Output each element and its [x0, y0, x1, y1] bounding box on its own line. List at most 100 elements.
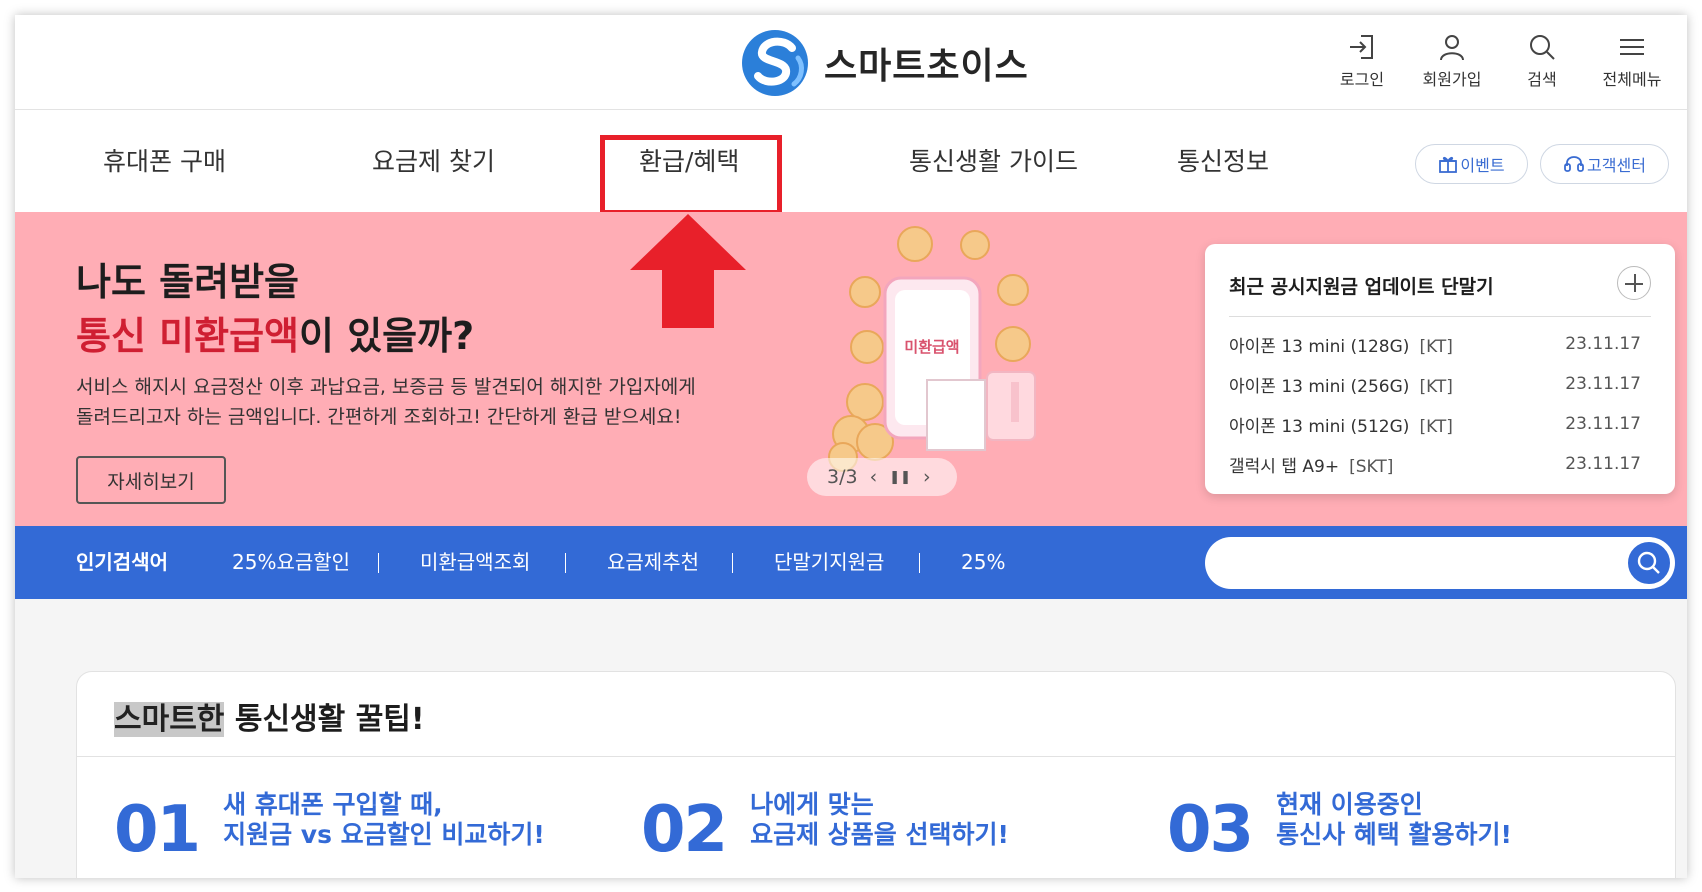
keyword-divider: [919, 553, 920, 573]
list-item[interactable]: 아이폰 13 mini (256G) [KT] 23.11.17: [1229, 364, 1641, 404]
device-list: 아이폰 13 mini (128G) [KT] 23.11.17 아이폰 13 m…: [1229, 324, 1641, 484]
headset-icon: [1564, 156, 1584, 172]
tip-number: 01: [114, 793, 201, 867]
popular-search-bar: 인기검색어 25%요금할인 미환급액조회 요금제추천 단말기지원금 25%: [15, 526, 1687, 599]
keyword-divider: [732, 553, 733, 573]
list-item[interactable]: 갤럭시 탭 A9+ [SKT] 23.11.17: [1229, 444, 1641, 484]
content-area: 스마트한 통신생활 꿀팁! 01 새 휴대폰 구입할 때, 지원금 vs 요금할…: [15, 599, 1687, 878]
more-plus-icon[interactable]: [1617, 266, 1651, 300]
device-date: 23.11.17: [1565, 454, 1641, 474]
search-icon: [1530, 35, 1555, 60]
tip-item[interactable]: 02 나에게 맞는 요금제 상품을 선택하기!: [641, 790, 1009, 862]
browser-frame: 스마트초이스 로그인 회원가입 검색 전체메뉴 휴대폰 구매 요금제 찾기 환급…: [15, 15, 1687, 878]
keyword-link[interactable]: 요금제추천: [607, 526, 699, 599]
highlight-box: [600, 135, 782, 215]
logo-icon: [742, 29, 808, 96]
tip-text: 새 휴대폰 구입할 때, 지원금 vs 요금할인 비교하기!: [223, 790, 545, 850]
search-input[interactable]: [1225, 545, 1595, 581]
customer-center-button[interactable]: 고객센터: [1540, 144, 1669, 184]
tip-item[interactable]: 01 새 휴대폰 구입할 때, 지원금 vs 요금할인 비교하기!: [114, 790, 545, 862]
tips-card: 스마트한 통신생활 꿀팁! 01 새 휴대폰 구입할 때, 지원금 vs 요금할…: [76, 671, 1676, 878]
device-carrier: [KT]: [1419, 336, 1453, 357]
logo-text: 스마트초이스: [824, 45, 1029, 87]
device-date: 23.11.17: [1565, 334, 1641, 354]
tips-title-rest: 통신생활 꿀팁!: [224, 702, 425, 737]
event-button[interactable]: 이벤트: [1415, 144, 1528, 184]
hero-desc-line1: 서비스 해지시 요금정산 이후 과납요금, 보증금 등 발견되어 해지한 가입자…: [76, 376, 696, 398]
tip-number: 03: [1167, 793, 1254, 867]
tip-line2: 통신사 혜택 활용하기!: [1276, 820, 1512, 849]
card-divider: [77, 756, 1675, 757]
hero-desc-line2: 돌려드리고자 하는 금액입니다. 간편하게 조회하고! 간단하게 환급 받으세요…: [76, 406, 682, 428]
panel-title: 최근 공시지원금 업데이트 단말기: [1229, 276, 1494, 298]
device-carrier: [KT]: [1419, 376, 1453, 397]
top-icon-bar: 로그인 회원가입 검색 전체메뉴: [1317, 33, 1677, 90]
banner-pager: 3/3 ‹ ❚❚ ›: [807, 458, 957, 496]
device-carrier: [SKT]: [1349, 456, 1394, 477]
list-item[interactable]: 아이폰 13 mini (512G) [KT] 23.11.17: [1229, 404, 1641, 444]
hero-title-red: 통신 미환급액: [76, 314, 299, 358]
tip-line2: 요금제 상품을 선택하기!: [750, 820, 1009, 849]
gift-icon: [1439, 156, 1458, 173]
keyword-link[interactable]: 단말기지원금: [774, 526, 884, 599]
hero-title-rest: 이 있을까?: [299, 314, 475, 358]
list-item[interactable]: 아이폰 13 mini (128G) [KT] 23.11.17: [1229, 324, 1641, 364]
tip-line1: 현재 이용중인: [1276, 790, 1423, 819]
panel-divider: [1229, 316, 1651, 317]
hero-title-line1: 나도 돌려받을: [76, 260, 299, 304]
device-name: 갤럭시 탭 A9+: [1229, 456, 1340, 477]
keyword-link[interactable]: 미환급액조회: [420, 526, 530, 599]
customer-center-label: 고객센터: [1587, 156, 1646, 175]
search-icon: [1637, 551, 1660, 574]
prev-icon[interactable]: ‹: [870, 466, 878, 488]
event-label: 이벤트: [1460, 156, 1505, 175]
tip-line2: 지원금 vs 요금할인 비교하기!: [223, 820, 545, 849]
tip-number: 02: [641, 793, 728, 867]
pager-counter: 3/3: [827, 466, 858, 488]
search-box: [1205, 537, 1675, 589]
login-button[interactable]: 로그인: [1317, 33, 1407, 90]
search-button[interactable]: 검색: [1497, 33, 1587, 90]
nav-phone-purchase[interactable]: 휴대폰 구매: [103, 111, 226, 212]
search-label: 검색: [1527, 70, 1557, 89]
hero-description: 서비스 해지시 요금정산 이후 과납요금, 보증금 등 발견되어 해지한 가입자…: [76, 372, 736, 432]
tip-text: 나에게 맞는 요금제 상품을 선택하기!: [750, 790, 1009, 850]
keyword-divider: [565, 553, 566, 573]
device-carrier: [KT]: [1419, 416, 1453, 437]
device-name: 아이폰 13 mini (128G): [1229, 336, 1410, 357]
nav-telecom-info[interactable]: 통신정보: [1177, 111, 1269, 212]
device-name: 아이폰 13 mini (256G): [1229, 376, 1410, 397]
subsidy-update-panel: 최근 공시지원금 업데이트 단말기 아이폰 13 mini (128G) [KT]…: [1205, 244, 1675, 494]
user-icon: [1440, 35, 1464, 61]
device-name: 아이폰 13 mini (512G): [1229, 416, 1410, 437]
signup-label: 회원가입: [1422, 70, 1482, 89]
illustration-label: 미환급액: [904, 338, 959, 356]
tips-title: 스마트한 통신생활 꿀팁!: [114, 694, 425, 738]
all-menu-label: 전체메뉴: [1602, 70, 1662, 89]
device-date: 23.11.17: [1565, 374, 1641, 394]
pause-icon[interactable]: ❚❚: [889, 470, 911, 485]
red-arrow-icon: [630, 214, 746, 328]
details-button[interactable]: 자세히보기: [76, 456, 226, 504]
device-date: 23.11.17: [1565, 414, 1641, 434]
keyword-link[interactable]: 25%요금할인: [232, 526, 350, 599]
tip-item[interactable]: 03 현재 이용중인 통신사 혜택 활용하기!: [1167, 790, 1512, 862]
login-icon: [1350, 35, 1373, 59]
tips-title-highlight: 스마트한: [114, 702, 225, 737]
top-bar: 스마트초이스 로그인 회원가입 검색 전체메뉴: [15, 15, 1687, 110]
next-icon[interactable]: ›: [923, 466, 931, 488]
main-nav: 휴대폰 구매 요금제 찾기 환급/혜택 통신생활 가이드 통신정보 이벤트 고객…: [15, 111, 1687, 215]
search-submit-button[interactable]: [1626, 540, 1672, 586]
signup-button[interactable]: 회원가입: [1407, 33, 1497, 90]
hero-title: 나도 돌려받을 통신 미환급액이 있을까?: [76, 255, 474, 363]
site-logo[interactable]: 스마트초이스: [740, 15, 1029, 110]
tip-line1: 새 휴대폰 구입할 때,: [223, 790, 443, 819]
nav-telecom-guide[interactable]: 통신생활 가이드: [909, 111, 1078, 212]
hero-banner: 나도 돌려받을 통신 미환급액이 있을까? 서비스 해지시 요금정산 이후 과납…: [15, 212, 1687, 526]
keyword-link[interactable]: 25%: [961, 526, 1005, 599]
tip-line1: 나에게 맞는: [750, 790, 874, 819]
login-label: 로그인: [1339, 70, 1385, 89]
tip-text: 현재 이용중인 통신사 혜택 활용하기!: [1276, 790, 1512, 850]
all-menu-button[interactable]: 전체메뉴: [1587, 33, 1677, 90]
nav-plan-finder[interactable]: 요금제 찾기: [372, 111, 495, 212]
